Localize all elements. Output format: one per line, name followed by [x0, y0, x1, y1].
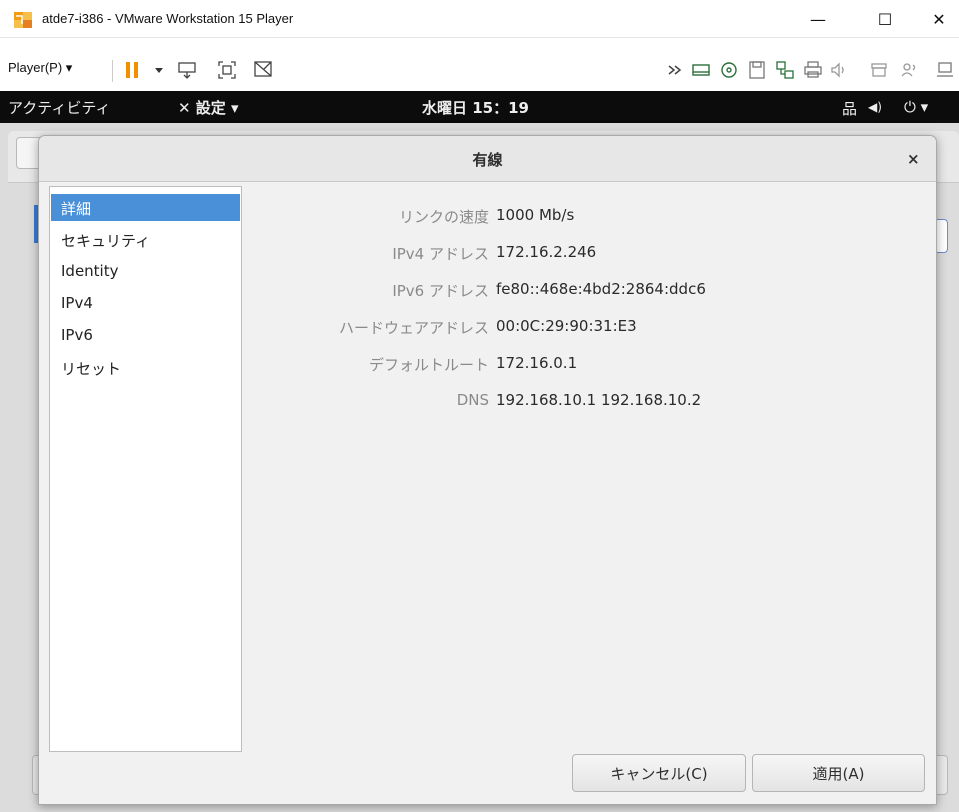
dialog-close-button[interactable]: ×: [907, 150, 920, 168]
hardware-address-row: ハードウェアアドレス 00:0C:29:90:31:E3: [249, 317, 929, 341]
gnome-top-bar: アクティビティ ✕ 設定 ▾ 水曜日 15：19 品 ◀) ⏻ ▾: [0, 91, 959, 123]
dropdown-icon[interactable]: [148, 59, 170, 81]
vmware-toolbar: Player(P) ▾: [0, 52, 959, 86]
settings-app-menu[interactable]: ✕ 設定 ▾: [178, 97, 239, 118]
wired-connection-dialog: 有線 × 詳細 セキュリティ Identity IPv4 IPv6 リセット リ…: [38, 135, 937, 805]
volume-icon[interactable]: ◀): [868, 100, 882, 114]
apply-button[interactable]: 適用(A): [752, 754, 925, 792]
window-title: atde7-i386 - VMware Workstation 15 Playe…: [42, 11, 294, 26]
maximize-button[interactable]: ☐: [862, 4, 908, 34]
hdd-icon[interactable]: [690, 59, 712, 81]
detail-value: fe80::468e:4bd2:2864:ddc6: [496, 280, 706, 298]
network-status-icon[interactable]: 品: [842, 98, 857, 119]
fit-guest-icon[interactable]: [216, 59, 238, 81]
detail-value: 172.16.2.246: [496, 243, 597, 261]
sidebar-item-security[interactable]: セキュリティ: [51, 226, 240, 253]
detail-label: デフォルトルート: [368, 356, 489, 374]
default-route-row: デフォルトルート 172.16.0.1: [249, 354, 929, 378]
dialog-title: 有線: [472, 151, 503, 169]
player-menu[interactable]: Player(P) ▾: [8, 60, 72, 76]
detail-label: ハードウェアアドレス: [338, 319, 489, 337]
display-icon[interactable]: [934, 59, 956, 81]
toolbar-separator: [112, 60, 113, 82]
cd-icon[interactable]: [718, 59, 740, 81]
sidebar-item-ipv6[interactable]: IPv6: [51, 322, 240, 349]
detail-label: リンクの速度: [398, 208, 489, 226]
dns-row: DNS 192.168.10.1 192.168.10.2: [249, 391, 929, 415]
detail-value: 172.16.0.1: [496, 354, 578, 372]
sound-icon[interactable]: [828, 59, 850, 81]
sidebar-item-details[interactable]: 詳細: [51, 194, 240, 221]
vmware-app-icon: [14, 12, 32, 28]
detail-value: 00:0C:29:90:31:E3: [496, 317, 637, 335]
minimize-button[interactable]: —: [795, 4, 841, 34]
window-titlebar: atde7-i386 - VMware Workstation 15 Playe…: [0, 0, 959, 38]
sidebar-item-identity[interactable]: Identity: [51, 258, 240, 285]
detail-label: IPv6 アドレス: [392, 282, 489, 300]
cancel-button[interactable]: キャンセル(C): [572, 754, 746, 792]
printer-icon[interactable]: [802, 59, 824, 81]
clock[interactable]: 水曜日 15：19: [422, 97, 529, 118]
sidebar-item-reset[interactable]: リセット: [51, 354, 240, 381]
unity-icon[interactable]: [252, 59, 274, 81]
forward-icon[interactable]: [664, 59, 686, 81]
detail-value: 192.168.10.1 192.168.10.2: [496, 391, 702, 409]
dialog-header: 有線 ×: [39, 136, 936, 182]
power-menu-icon[interactable]: ⏻ ▾: [904, 98, 928, 116]
ipv4-address-row: IPv4 アドレス 172.16.2.246: [249, 243, 929, 267]
sidebar-item-ipv4[interactable]: IPv4: [51, 290, 240, 317]
activities-button[interactable]: アクティビティ: [8, 97, 110, 118]
window-close-button[interactable]: ✕: [919, 4, 959, 34]
pause-icon[interactable]: [122, 59, 144, 81]
network-icon[interactable]: [774, 59, 796, 81]
detail-label: DNS: [456, 391, 489, 409]
user-icon[interactable]: [898, 59, 920, 81]
dialog-sidebar: 詳細 セキュリティ Identity IPv4 IPv6 リセット: [49, 186, 242, 752]
detail-value: 1000 Mb/s: [496, 206, 575, 224]
detail-label: IPv4 アドレス: [392, 245, 489, 263]
link-speed-row: リンクの速度 1000 Mb/s: [249, 206, 929, 230]
ipv6-address-row: IPv6 アドレス fe80::468e:4bd2:2864:ddc6: [249, 280, 929, 304]
floppy-icon[interactable]: [746, 59, 768, 81]
usb-icon[interactable]: [868, 59, 890, 81]
send-ctrl-alt-del-icon[interactable]: [176, 59, 198, 81]
